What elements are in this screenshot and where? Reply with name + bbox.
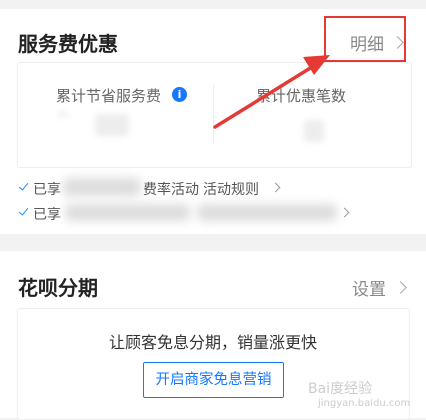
annotation-arrow-shaft xyxy=(213,65,314,129)
annotation-arrow xyxy=(213,55,330,129)
